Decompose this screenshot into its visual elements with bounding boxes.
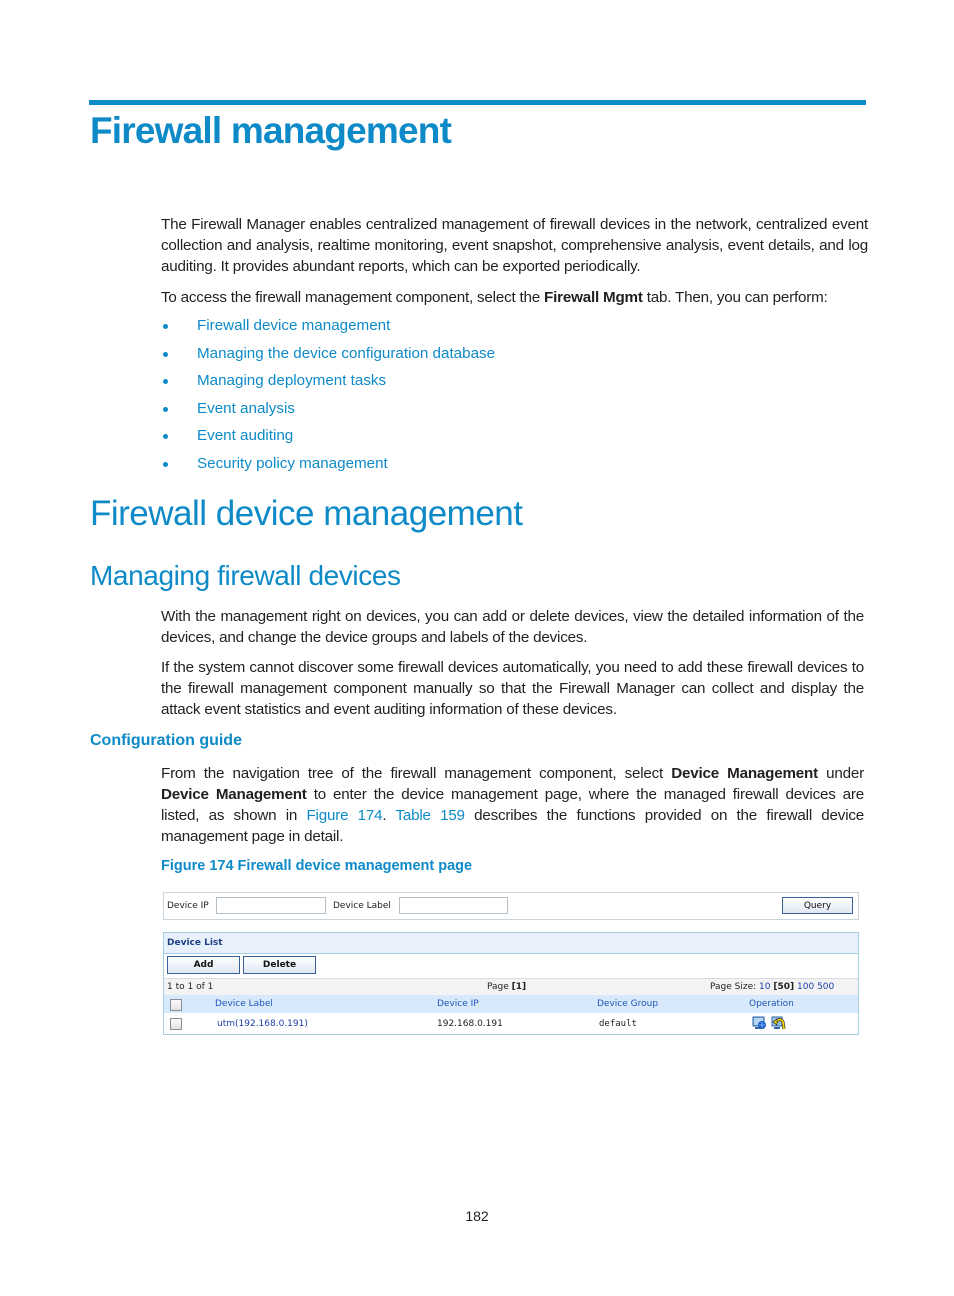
figure-174-link[interactable]: Figure 174 [306, 807, 382, 824]
delete-button[interactable]: Delete [243, 956, 316, 974]
pagination-bar: 1 to 1 of 1 Page [1] Page Size: 10 [50] … [164, 978, 858, 995]
list-item[interactable]: Event analysis [161, 397, 495, 425]
heading-rule [89, 100, 866, 105]
section-title: Firewall device management [90, 494, 523, 533]
list-item[interactable]: Security policy management [161, 452, 495, 480]
guide-text: . [382, 807, 396, 824]
sync-config-icon[interactable] [771, 1016, 786, 1030]
feature-list: Firewall device management Managing the … [161, 314, 495, 480]
access-paragraph: To access the firewall management compon… [161, 287, 868, 308]
bullet-icon [163, 406, 168, 412]
feature-link[interactable]: Managing the device configuration databa… [197, 345, 495, 362]
device-label-input[interactable] [399, 897, 508, 914]
device-list-header: Device List [164, 933, 858, 954]
device-group-value: default [599, 1019, 637, 1029]
figure-caption: Figure 174 Firewall device management pa… [161, 858, 473, 874]
access-text: To access the firewall management compon… [161, 289, 545, 306]
feature-link[interactable]: Managing deployment tasks [197, 372, 386, 389]
device-label-label: Device Label [333, 901, 391, 911]
access-text-end: tab. Then, you can perform: [642, 289, 828, 306]
device-ip-value: 192.168.0.191 [437, 1019, 503, 1029]
guide-text: under [818, 765, 864, 782]
row-checkbox[interactable] [170, 1018, 182, 1030]
guide-bold: Device Management [671, 765, 818, 782]
page-size-50-current: [50] [773, 982, 795, 992]
query-button[interactable]: Query [782, 897, 853, 914]
bullet-icon [163, 379, 168, 385]
device-list-panel: Device List Add Delete 1 to 1 of 1 Page … [163, 932, 859, 1035]
device-label-link[interactable]: utm(192.168.0.191) [217, 1019, 308, 1029]
table-row: utm(192.168.0.191) 192.168.0.191 default [164, 1014, 858, 1033]
current-page: [1] [511, 982, 527, 992]
guide-paragraph: From the navigation tree of the firewall… [161, 763, 864, 847]
manual-add-paragraph: If the system cannot discover some firew… [161, 659, 864, 718]
bullet-icon [163, 434, 168, 440]
management-right-paragraph: With the management right on devices, yo… [161, 608, 864, 646]
bullet-icon [163, 351, 168, 357]
page-size-500-link[interactable]: 500 [817, 982, 834, 992]
guide-bold: Device Management [161, 786, 307, 803]
page-number: 182 [465, 1208, 489, 1224]
page-size-label: Page Size: [710, 982, 760, 992]
bullet-icon [163, 324, 168, 329]
device-ip-label: Device IP [167, 901, 209, 911]
record-count: 1 to 1 of 1 [167, 982, 214, 992]
firewall-mgmt-tab-ref: Firewall Mgmt [544, 289, 643, 306]
list-item[interactable]: Firewall device management [161, 314, 495, 342]
table-159-link[interactable]: Table 159 [395, 807, 465, 824]
page-size-selector: Page Size: 10 [50] 100 500 [710, 982, 834, 992]
device-detail-icon[interactable] [752, 1016, 767, 1030]
select-all-checkbox[interactable] [170, 999, 182, 1011]
column-device-group[interactable]: Device Group [597, 999, 658, 1009]
column-device-ip[interactable]: Device IP [437, 999, 479, 1009]
page-indicator: Page [1] [487, 982, 526, 992]
list-item[interactable]: Managing the device configuration databa… [161, 342, 495, 370]
page-size-100-link[interactable]: 100 [797, 982, 814, 992]
feature-link[interactable]: Security policy management [197, 455, 388, 472]
feature-link[interactable]: Event auditing [197, 427, 293, 444]
feature-link[interactable]: Firewall device management [197, 317, 390, 334]
subsection-title: Managing firewall devices [90, 560, 401, 591]
feature-link[interactable]: Event analysis [197, 400, 295, 417]
device-list-title: Device List [167, 938, 223, 948]
add-button[interactable]: Add [167, 956, 240, 974]
table-header: Device Label Device IP Device Group Oper… [164, 995, 858, 1013]
guide-text: From the navigation tree of the firewall… [161, 765, 672, 782]
intro-paragraph: The Firewall Manager enables centralized… [161, 216, 868, 275]
bullet-icon [163, 461, 168, 467]
query-bar: Device IP Device Label Query [163, 892, 859, 920]
configuration-guide-heading: Configuration guide [90, 732, 242, 749]
column-operation: Operation [749, 999, 794, 1009]
page-label: Page [487, 982, 512, 992]
device-ip-input[interactable] [216, 897, 326, 914]
page-size-10-link[interactable]: 10 [759, 982, 770, 992]
list-item[interactable]: Event auditing [161, 424, 495, 452]
list-item[interactable]: Managing deployment tasks [161, 369, 495, 397]
column-device-label[interactable]: Device Label [215, 999, 273, 1009]
chapter-title: Firewall management [90, 110, 452, 151]
